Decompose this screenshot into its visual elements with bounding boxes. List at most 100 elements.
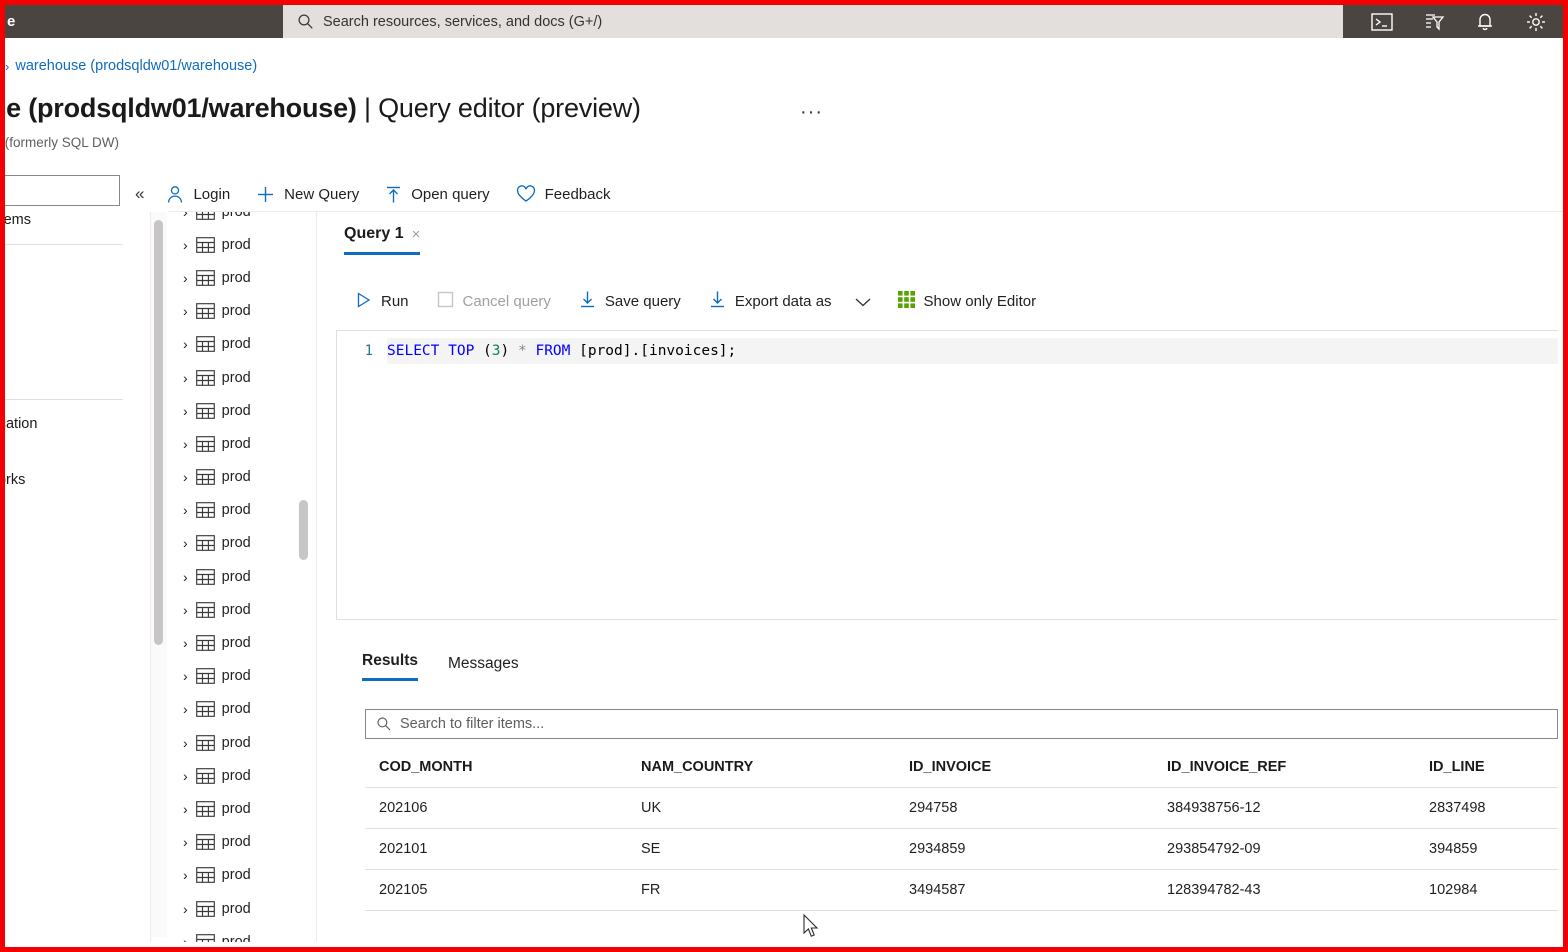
tree-scrollbar-thumb[interactable]	[299, 500, 308, 560]
tree-item-table[interactable]: › prod	[168, 461, 315, 494]
blade-scrollbar-thumb[interactable]	[154, 220, 163, 645]
tree-item-table[interactable]: › prod	[168, 660, 315, 693]
chevron-right-icon[interactable]: ›	[183, 735, 188, 751]
close-icon[interactable]: ×	[412, 226, 421, 243]
collapse-panel-icon[interactable]: «	[135, 184, 144, 204]
feedback-button[interactable]: Feedback	[516, 185, 610, 203]
tree-scrollbar-track[interactable]	[297, 212, 311, 942]
tree-item-table[interactable]: › prod	[168, 261, 315, 294]
chevron-down-icon[interactable]	[854, 296, 872, 308]
tree-item-label: prod	[221, 900, 251, 917]
chevron-right-icon[interactable]: ›	[183, 602, 188, 618]
table-row[interactable]: 202101 SE 2934859 293854792-09 394859	[365, 828, 1558, 870]
tree-item-table[interactable]: › prod	[168, 925, 315, 942]
blade-menu-item-5[interactable]: y	[5, 333, 125, 361]
tab-query-1[interactable]: Query 1 ×	[344, 225, 421, 255]
open-query-button[interactable]: Open query	[385, 185, 490, 204]
notifications-bell-icon[interactable]	[1475, 11, 1495, 32]
cloud-shell-icon[interactable]	[1371, 12, 1393, 32]
tab-messages[interactable]: Messages	[448, 655, 519, 681]
chevron-right-icon[interactable]: ›	[183, 635, 188, 651]
tree-item-table[interactable]: › prod	[168, 759, 315, 792]
tree-item-table[interactable]: › prod	[168, 361, 315, 394]
blade-menu-item-10[interactable]: al networks	[5, 466, 125, 494]
column-header-nam_country[interactable]: NAM_COUNTRY	[627, 747, 895, 788]
table-cell: 3494587	[895, 869, 1153, 911]
tree-item-table[interactable]: › prod	[168, 494, 315, 527]
more-options-button[interactable]: ···	[800, 101, 823, 124]
save-query-button[interactable]: Save query	[579, 290, 681, 313]
editor-code-text[interactable]: SELECT TOP (3) * FROM [prod].[invoices];	[387, 338, 1558, 364]
tree-item-table[interactable]: › prod	[168, 593, 315, 626]
chevron-right-icon[interactable]: ›	[183, 469, 188, 485]
tree-item-table[interactable]: › prod	[168, 328, 315, 361]
breadcrumb-link-warehouse[interactable]: warehouse (prodsqldw01/warehouse)	[15, 58, 257, 74]
tree-item-table[interactable]: › prod	[168, 826, 315, 859]
chevron-right-icon[interactable]: ›	[183, 370, 188, 386]
show-only-editor-button[interactable]: Show only Editor	[897, 291, 1036, 312]
chevron-right-icon[interactable]: ›	[183, 834, 188, 850]
login-button[interactable]: Login	[166, 185, 230, 204]
tree-item-table[interactable]: › prod	[168, 626, 315, 659]
settings-gear-icon[interactable]	[1525, 11, 1547, 33]
cancel-query-button: Cancel query	[437, 291, 551, 312]
tab-results[interactable]: Results	[362, 652, 418, 681]
chevron-right-icon[interactable]: ›	[183, 436, 188, 452]
blade-menu-item-2[interactable]: ement	[5, 255, 125, 283]
blade-menu-item-9[interactable]: sking	[5, 438, 125, 466]
chevron-right-icon[interactable]: ›	[183, 270, 188, 286]
chevron-right-icon[interactable]: ›	[183, 934, 188, 942]
column-header-id_invoice[interactable]: ID_INVOICE	[895, 747, 1153, 788]
blade-scrollbar-track[interactable]	[151, 212, 167, 937]
chevron-right-icon[interactable]: ›	[183, 403, 188, 419]
tree-item-table[interactable]: › prod	[168, 892, 315, 925]
chevron-right-icon[interactable]: ›	[183, 768, 188, 784]
column-header-id_line[interactable]: ID_LINE	[1415, 747, 1558, 788]
chevron-right-icon[interactable]: ›	[183, 303, 188, 319]
directory-filter-icon[interactable]	[1423, 11, 1445, 32]
tree-item-table[interactable]: › prod	[168, 527, 315, 560]
chevron-right-icon[interactable]: ›	[183, 502, 188, 518]
blade-menu-item-3[interactable]: edule	[5, 283, 125, 311]
tree-item-table[interactable]: › prod	[168, 228, 315, 261]
search-icon	[376, 716, 392, 732]
tree-item-table[interactable]: › prod	[168, 792, 315, 825]
tree-item-table[interactable]: › prod	[168, 295, 315, 328]
results-filter-input[interactable]	[400, 716, 1557, 732]
tree-item-table[interactable]: › prod	[168, 394, 315, 427]
table-row[interactable]: 202106 UK 294758 384938756-12 2837498	[365, 787, 1558, 829]
tree-item-table[interactable]: › prod	[168, 726, 315, 759]
tree-item-table[interactable]: › prod	[168, 427, 315, 460]
column-header-id_invoice_ref[interactable]: ID_INVOICE_REF	[1153, 747, 1415, 788]
table-row[interactable]: 202105 FR 3494587 128394782-43 102984	[365, 869, 1558, 911]
blade-search-input[interactable]	[5, 175, 120, 206]
results-filter-box[interactable]	[365, 709, 1558, 739]
chevron-right-icon[interactable]: ›	[183, 535, 188, 551]
blade-menu-item-8[interactable]: Classification	[5, 410, 125, 438]
export-data-as-button[interactable]: Export data as	[709, 290, 832, 313]
blade-menu-item-0[interactable]: ve problems	[5, 206, 125, 234]
blade-menu-item-6[interactable]: s	[5, 361, 125, 389]
chevron-right-icon[interactable]: ›	[183, 867, 188, 883]
chevron-right-icon[interactable]: ›	[183, 901, 188, 917]
login-button-label: Login	[193, 185, 231, 203]
tree-item-table[interactable]: › prod	[168, 212, 315, 228]
chevron-right-icon[interactable]: ›	[183, 237, 188, 253]
sql-editor[interactable]: 1 SELECT TOP (3) * FROM [prod].[invoices…	[336, 330, 1558, 620]
global-search-input[interactable]	[323, 13, 1317, 30]
column-header-cod_month[interactable]: COD_MONTH	[365, 747, 627, 788]
sql-token: TOP	[448, 343, 475, 359]
tree-item-table[interactable]: › prod	[168, 560, 315, 593]
chevron-right-icon[interactable]: ›	[183, 212, 188, 220]
chevron-right-icon[interactable]: ›	[183, 569, 188, 585]
table-icon	[195, 701, 215, 718]
run-button[interactable]: Run	[355, 291, 409, 313]
chevron-right-icon[interactable]: ›	[183, 336, 188, 352]
chevron-right-icon[interactable]: ›	[183, 801, 188, 817]
new-query-button[interactable]: New Query	[256, 185, 359, 204]
chevron-right-icon[interactable]: ›	[183, 701, 188, 717]
tree-item-table[interactable]: › prod	[168, 693, 315, 726]
global-search-box[interactable]	[283, 5, 1343, 38]
chevron-right-icon[interactable]: ›	[183, 668, 188, 684]
tree-item-table[interactable]: › prod	[168, 859, 315, 892]
